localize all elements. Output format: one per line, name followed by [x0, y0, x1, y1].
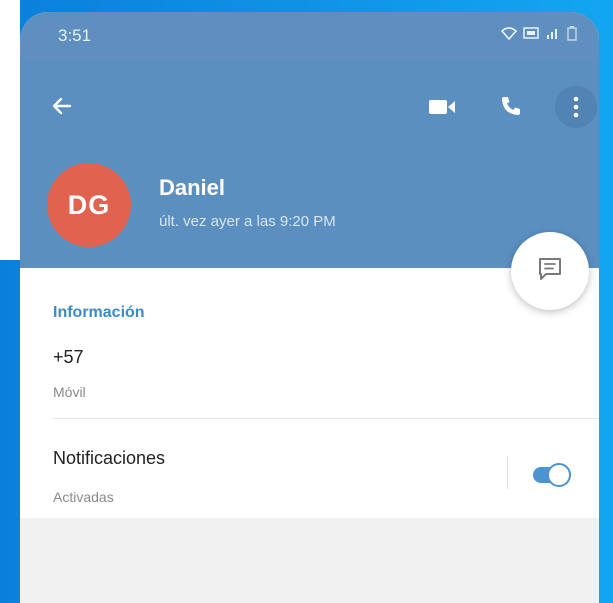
toggle-knob[interactable] [547, 463, 571, 487]
info-card: Información +57 Móvil Notificaciones Act… [20, 268, 599, 518]
wifi-icon [500, 26, 518, 43]
status-bar: 3:51 [20, 12, 599, 60]
signal-icon [545, 26, 561, 43]
profile-header: DG Daniel últ. vez ayer a las 9:20 PM [20, 60, 599, 268]
phone-call-icon[interactable] [495, 90, 527, 122]
chat-bubble-icon [535, 254, 565, 289]
outer-corner [0, 0, 20, 260]
phone-type-label: Móvil [53, 384, 86, 400]
notifications-status: Activadas [53, 489, 114, 505]
contact-name: Daniel [159, 175, 226, 200]
info-section-title: Información [53, 304, 145, 321]
more-vert-icon[interactable] [555, 86, 597, 128]
battery-icon [567, 25, 577, 44]
last-seen-status: últ. vez ayer a las 9:20 PM [159, 213, 336, 230]
divider [53, 418, 599, 419]
phone-screen: 3:51 DG Daniel últ. vez ayer a las 9:20 … [20, 12, 599, 603]
message-fab-button[interactable] [511, 232, 589, 310]
avatar[interactable]: DG [47, 163, 131, 247]
notifications-label[interactable]: Notificaciones [53, 448, 165, 469]
status-time: 3:51 [58, 26, 92, 45]
empty-area [20, 518, 599, 603]
back-arrow-icon[interactable] [46, 90, 78, 122]
vertical-separator [507, 457, 508, 489]
phone-number[interactable]: +57 [53, 347, 84, 368]
status-icons [500, 25, 577, 44]
video-call-icon[interactable] [424, 92, 460, 122]
data-icon [523, 26, 539, 43]
